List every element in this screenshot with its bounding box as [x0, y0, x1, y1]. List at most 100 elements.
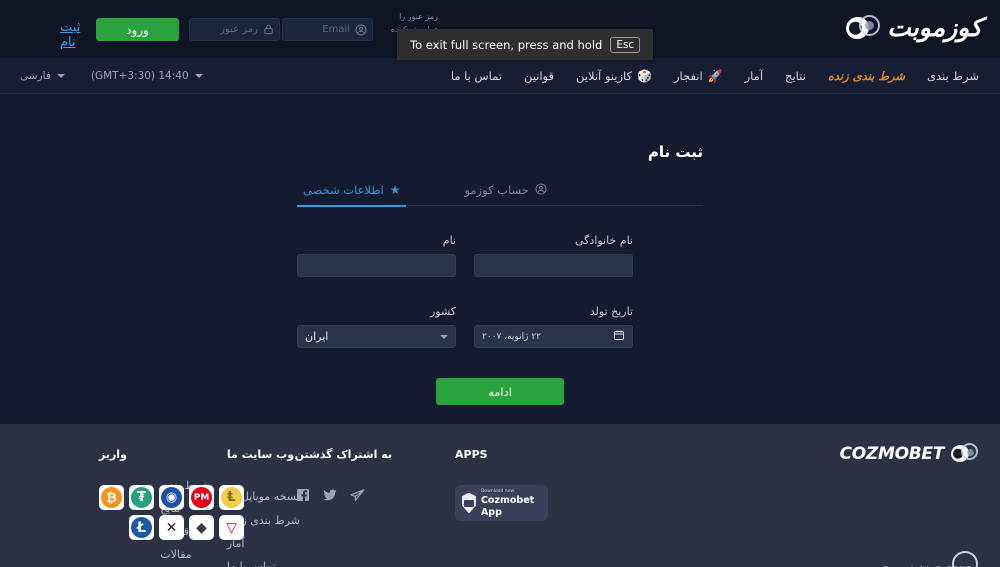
- language-label: فارسی: [20, 70, 51, 82]
- nav-label: شرط بندی: [927, 69, 979, 83]
- nav-label: شرط بندی زنده: [827, 69, 906, 83]
- badge-small-text: Download now: [480, 488, 515, 494]
- signup-link[interactable]: ثبت نام: [60, 20, 80, 50]
- payment-dots-coin[interactable]: ◉: [159, 485, 184, 510]
- country-value: ایران: [305, 330, 329, 343]
- footer-col-deposit: واریز ₿ ₮ ◉ PM Ⱡ Ł ✕ ◆ ▽: [99, 448, 244, 540]
- password-input[interactable]: [190, 24, 263, 35]
- telegram-icon[interactable]: [349, 487, 366, 508]
- nav-label: نتایج: [785, 69, 806, 83]
- twitter-icon[interactable]: [322, 487, 338, 508]
- site-logo[interactable]: کوزموبت: [843, 13, 982, 42]
- first-name-label: نام: [442, 234, 456, 247]
- last-name-input-wrapper[interactable]: [474, 254, 633, 277]
- nav-item-crash[interactable]: 🚀 انفجار: [663, 58, 734, 94]
- footer-logo[interactable]: COZMOBET: [839, 442, 978, 465]
- nav-item-online-casino[interactable]: 🎲 کازینو آنلاین: [565, 58, 663, 94]
- continue-button[interactable]: ادامه: [436, 378, 564, 405]
- country-select[interactable]: ایران: [297, 325, 456, 348]
- last-name-label: نام خانوادگی: [575, 234, 633, 247]
- payment-gold-coin[interactable]: Ⱡ: [219, 485, 244, 510]
- tab-label: اطلاعات شخصی: [303, 183, 384, 197]
- payment-tron[interactable]: ▽: [219, 515, 244, 540]
- share-title: به اشتراک گذشتن: [294, 448, 392, 461]
- dice-icon: 🎲: [637, 69, 652, 83]
- email-input[interactable]: [283, 24, 355, 35]
- rocket-icon: 🚀: [707, 69, 723, 83]
- payment-ethereum[interactable]: ◆: [189, 515, 214, 540]
- fullscreen-exit-tooltip: To exit full screen, press and hold Esc: [397, 29, 654, 60]
- deposit-title: واریز: [99, 448, 127, 461]
- nav-item-contact[interactable]: تماس با ما: [440, 58, 513, 94]
- user-circle-icon: [355, 24, 372, 36]
- user-circle-icon: [535, 183, 547, 197]
- tab-personal-info[interactable]: ★ اطلاعات شخصی: [297, 183, 406, 205]
- download-app-badge[interactable]: Download now Cozmobet App: [455, 485, 548, 521]
- nav-item-results[interactable]: نتایج: [774, 58, 817, 94]
- registration-card: ثبت نام ★ اطلاعات شخصی حساب کوزمو نام نا…: [297, 94, 703, 405]
- form-row-country-birth: کشور ایران تاریخ تولد ۲۲ ژانویه، ۲۰۰۷: [297, 305, 703, 348]
- feedback-face-icon[interactable]: [952, 551, 978, 567]
- nav-label: کازینو آنلاین: [576, 69, 633, 83]
- shield-icon: [462, 492, 476, 514]
- nav-item-statistics[interactable]: آمار: [734, 58, 774, 94]
- nav-item-betting[interactable]: شرط بندی: [916, 58, 990, 94]
- badge-large-text: Cozmobet App: [480, 494, 535, 518]
- logo-planet-icon: [948, 442, 978, 465]
- timezone-selector[interactable]: (GMT+3:30) 14:40: [83, 70, 211, 82]
- payment-row-1: ₿ ₮ ◉ PM Ⱡ: [99, 485, 244, 510]
- nav-label: قوانین: [523, 69, 554, 83]
- lock-icon: [263, 24, 279, 35]
- nav-settings: فارسی (GMT+3:30) 14:40: [12, 58, 211, 94]
- footer-link-articles[interactable]: مقالات: [160, 548, 191, 561]
- logo-text-fa: کوزموبت: [887, 13, 982, 42]
- payment-row-2: Ł ✕ ◆ ▽: [129, 515, 244, 540]
- esc-key-badge: Esc: [610, 36, 641, 53]
- nav-item-rules[interactable]: قوانین: [513, 58, 565, 94]
- nav-item-live-betting[interactable]: شرط بندی زنده: [817, 58, 916, 94]
- last-name-input[interactable]: [482, 258, 625, 273]
- footer-link-contact[interactable]: تماس با ما: [227, 560, 276, 567]
- nav-items: شرط بندی شرط بندی زنده نتایج آمار 🚀 انفج…: [440, 58, 990, 94]
- language-selector[interactable]: فارسی: [12, 70, 73, 82]
- field-birth-date: تاریخ تولد ۲۲ ژانویه، ۲۰۰۷: [474, 305, 633, 348]
- tab-label: حساب کوزمو: [464, 183, 529, 197]
- first-name-input-wrapper[interactable]: [297, 254, 456, 277]
- top-bar: کوزموبت ثبت نام ورود Email رمز عبور را T…: [0, 0, 1000, 60]
- tab-cozmo-account[interactable]: حساب کوزمو: [458, 183, 552, 205]
- nav-label: انفجار: [673, 69, 703, 83]
- form-row-names: نام نام خانوادگی: [297, 234, 703, 277]
- main-nav: شرط بندی شرط بندی زنده نتایج آمار 🚀 انفج…: [0, 58, 1000, 94]
- payment-methods: ₿ ₮ ◉ PM Ⱡ Ł ✕ ◆ ▽: [99, 485, 244, 540]
- payment-ripple[interactable]: ✕: [159, 515, 184, 540]
- footer-link-label: نسخه موبایل: [240, 489, 300, 503]
- apps-title: APPS: [455, 448, 488, 461]
- footer-logo-text: COZMOBET: [839, 443, 945, 464]
- payment-litecoin[interactable]: Ł: [129, 515, 154, 540]
- star-icon: ★: [389, 183, 401, 197]
- chevron-down-icon: [440, 334, 448, 339]
- calendar-icon[interactable]: [613, 329, 625, 344]
- logo-planet-icon: [843, 13, 881, 42]
- email-field-wrapper[interactable]: [282, 18, 373, 41]
- payment-bitcoin[interactable]: ₿: [99, 485, 124, 510]
- field-country: کشور ایران: [297, 305, 456, 348]
- register-tabs: ★ اطلاعات شخصی حساب کوزمو: [297, 183, 703, 206]
- payment-tether[interactable]: ₮: [129, 485, 154, 510]
- fullscreen-tooltip-text: To exit full screen, press and hold: [410, 37, 603, 52]
- main-content: ثبت نام ★ اطلاعات شخصی حساب کوزمو نام نا…: [0, 94, 1000, 424]
- login-button[interactable]: ورود: [96, 18, 179, 41]
- site-footer: COZMOBET Copyright © 2025 وب سایت ما نسخ…: [0, 424, 1000, 567]
- birth-date-picker[interactable]: ۲۲ ژانویه، ۲۰۰۷: [474, 325, 633, 348]
- first-name-input[interactable]: [305, 258, 448, 273]
- password-field-wrapper[interactable]: [189, 18, 280, 41]
- country-label: کشور: [429, 305, 456, 318]
- footer-col-apps: APPS Download now Cozmobet App: [455, 448, 548, 521]
- nav-label: آمار: [744, 69, 764, 83]
- footer-col-share: به اشتراک گذشتن: [295, 448, 392, 508]
- facebook-icon[interactable]: [295, 487, 311, 508]
- birth-date-label: تاریخ تولد: [589, 305, 633, 318]
- social-icons: [295, 487, 366, 508]
- payment-perfectmoney[interactable]: PM: [189, 485, 214, 510]
- field-first-name: نام: [297, 234, 456, 277]
